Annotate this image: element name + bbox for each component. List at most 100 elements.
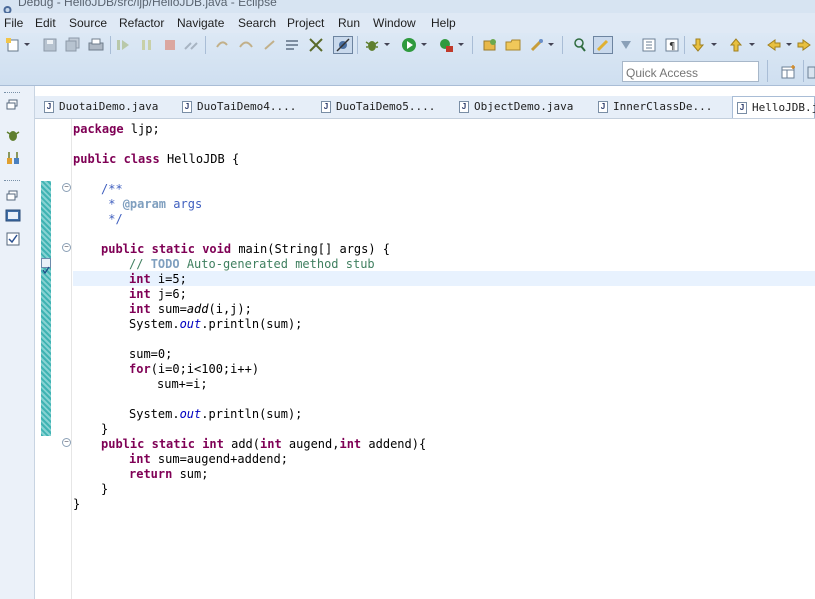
restore-icon[interactable] — [5, 97, 21, 113]
menu-project[interactable]: Project — [287, 16, 324, 30]
comment-line: // TODO Auto-generated method stub — [129, 257, 375, 272]
static-field: out — [179, 317, 202, 331]
print-icon[interactable] — [88, 37, 104, 53]
javadoc-text: args — [166, 197, 203, 211]
next-edit-dropdown-icon[interactable] — [711, 43, 717, 46]
suspend-icon[interactable] — [139, 37, 155, 53]
code-text: i=5; — [150, 272, 187, 286]
keyword: int — [260, 437, 282, 451]
java-file-icon: J — [321, 101, 331, 113]
new-java-package-icon[interactable] — [482, 37, 498, 53]
code-text: (i=0;i<100;i++) — [150, 362, 260, 376]
show-whitespace-icon[interactable] — [641, 37, 657, 53]
eclipse-debug-icon — [2, 0, 13, 13]
search-dropdown-icon[interactable] — [548, 43, 554, 46]
menu-bar: File Edit Source Refactor Navigate Searc… — [0, 13, 815, 33]
use-step-filters-icon[interactable] — [308, 37, 324, 53]
menu-refactor[interactable]: Refactor — [119, 16, 164, 30]
block-selection-icon[interactable]: ¶ — [664, 37, 680, 53]
code-line: public static int add(int augend,int add… — [101, 437, 426, 452]
run-icon[interactable] — [401, 37, 417, 53]
menu-edit[interactable]: Edit — [35, 16, 56, 30]
next-edit-icon[interactable] — [690, 37, 706, 53]
run-external-tool-icon[interactable] — [438, 37, 454, 53]
javadoc-line: /** — [101, 182, 123, 196]
tab-objectdemo[interactable]: J ObjectDemo.java — [459, 96, 589, 118]
tasks-view-icon[interactable] — [5, 231, 21, 247]
menu-source[interactable]: Source — [69, 16, 107, 30]
trim-handle[interactable] — [4, 92, 20, 95]
toolbar-separator — [357, 36, 358, 54]
static-method-call: add — [186, 302, 209, 316]
debug-icon[interactable] — [364, 37, 380, 53]
javadoc-line: */ — [101, 212, 123, 226]
toggle-mark-occurrences-icon[interactable] — [572, 37, 588, 53]
menu-file[interactable]: File — [4, 16, 23, 30]
code-text: .println(sum); — [201, 407, 303, 421]
menu-run[interactable]: Run — [338, 16, 360, 30]
code-area[interactable]: package ljp; public class HelloJDB { /**… — [73, 119, 813, 599]
open-type-icon[interactable] — [505, 37, 521, 53]
code-line: return sum; — [129, 467, 208, 482]
terminate-icon[interactable] — [162, 37, 178, 53]
keyword: static — [151, 242, 195, 256]
new-dropdown-icon[interactable] — [24, 43, 30, 46]
new-icon[interactable] — [5, 37, 21, 53]
servers-view-icon[interactable] — [5, 150, 21, 166]
previous-edit-icon[interactable] — [728, 37, 744, 53]
fold-collapse-icon[interactable]: − — [62, 183, 71, 192]
code-line: int sum=augend+addend; — [129, 452, 288, 467]
fold-collapse-icon[interactable]: − — [62, 438, 71, 447]
tab-hellojdb[interactable]: J HelloJDB.j — [732, 96, 815, 118]
menu-window[interactable]: Window — [373, 16, 416, 30]
save-all-icon[interactable] — [65, 37, 81, 53]
tab-duotaidemo4[interactable]: J DuoTaiDemo4.... — [182, 96, 312, 118]
previous-edit-dropdown-icon[interactable] — [749, 43, 755, 46]
back-dropdown-icon[interactable] — [786, 43, 792, 46]
back-icon[interactable] — [766, 37, 782, 53]
tab-duotaidemo5[interactable]: J DuoTaiDemo5.... — [321, 96, 451, 118]
forward-icon[interactable] — [797, 37, 811, 53]
run-dropdown-icon[interactable] — [421, 43, 427, 46]
debug-view-icon[interactable] — [5, 127, 21, 143]
open-perspective-icon[interactable] — [781, 64, 797, 80]
search-icon[interactable] — [529, 37, 545, 53]
drop-to-frame-icon[interactable] — [284, 37, 300, 53]
fold-collapse-icon[interactable]: − — [62, 243, 71, 252]
code-text: HelloJDB { — [159, 152, 240, 166]
tab-innerclassdemo[interactable]: J InnerClassDe... — [598, 96, 728, 118]
disconnect-icon[interactable] — [183, 37, 199, 53]
debug-dropdown-icon[interactable] — [384, 43, 390, 46]
menu-navigate[interactable]: Navigate — [177, 16, 224, 30]
quick-access-input[interactable] — [622, 61, 759, 82]
external-tool-dropdown-icon[interactable] — [458, 43, 464, 46]
step-over-icon[interactable] — [238, 37, 254, 53]
step-return-icon[interactable] — [262, 37, 278, 53]
perspective-icon[interactable] — [807, 64, 815, 80]
code-line: } — [101, 422, 109, 436]
step-into-icon[interactable] — [214, 37, 230, 53]
keyword: int — [129, 287, 151, 301]
toolbar-separator — [110, 36, 111, 54]
keyword: for — [129, 362, 151, 376]
next-annotation-icon[interactable] — [618, 37, 634, 53]
highlight-icon[interactable] — [593, 36, 613, 54]
restore-icon[interactable] — [5, 188, 21, 204]
save-icon[interactable] — [42, 37, 58, 53]
resume-icon[interactable] — [115, 37, 131, 53]
java-editor[interactable]: − − − package ljp; public class HelloJDB… — [35, 119, 815, 599]
console-view-icon[interactable] — [5, 208, 21, 224]
keyword: public — [101, 242, 145, 256]
code-line: int i=5; — [129, 272, 187, 287]
menu-help[interactable]: Help — [431, 16, 456, 30]
task-marker-icon[interactable] — [41, 258, 51, 275]
tab-duotaidemo[interactable]: J DuotaiDemo.java — [44, 96, 174, 118]
skip-breakpoints-icon[interactable] — [333, 36, 353, 54]
keyword: int — [129, 272, 151, 286]
code-text: sum; — [172, 467, 209, 481]
menu-search[interactable]: Search — [238, 16, 276, 30]
toolbar-separator — [562, 36, 563, 54]
trim-handle[interactable] — [4, 180, 20, 183]
toolbar-separator — [803, 60, 804, 82]
window-title-bar: Debug - HelloJDB/src/ljp/HelloJDB.java -… — [0, 0, 815, 13]
